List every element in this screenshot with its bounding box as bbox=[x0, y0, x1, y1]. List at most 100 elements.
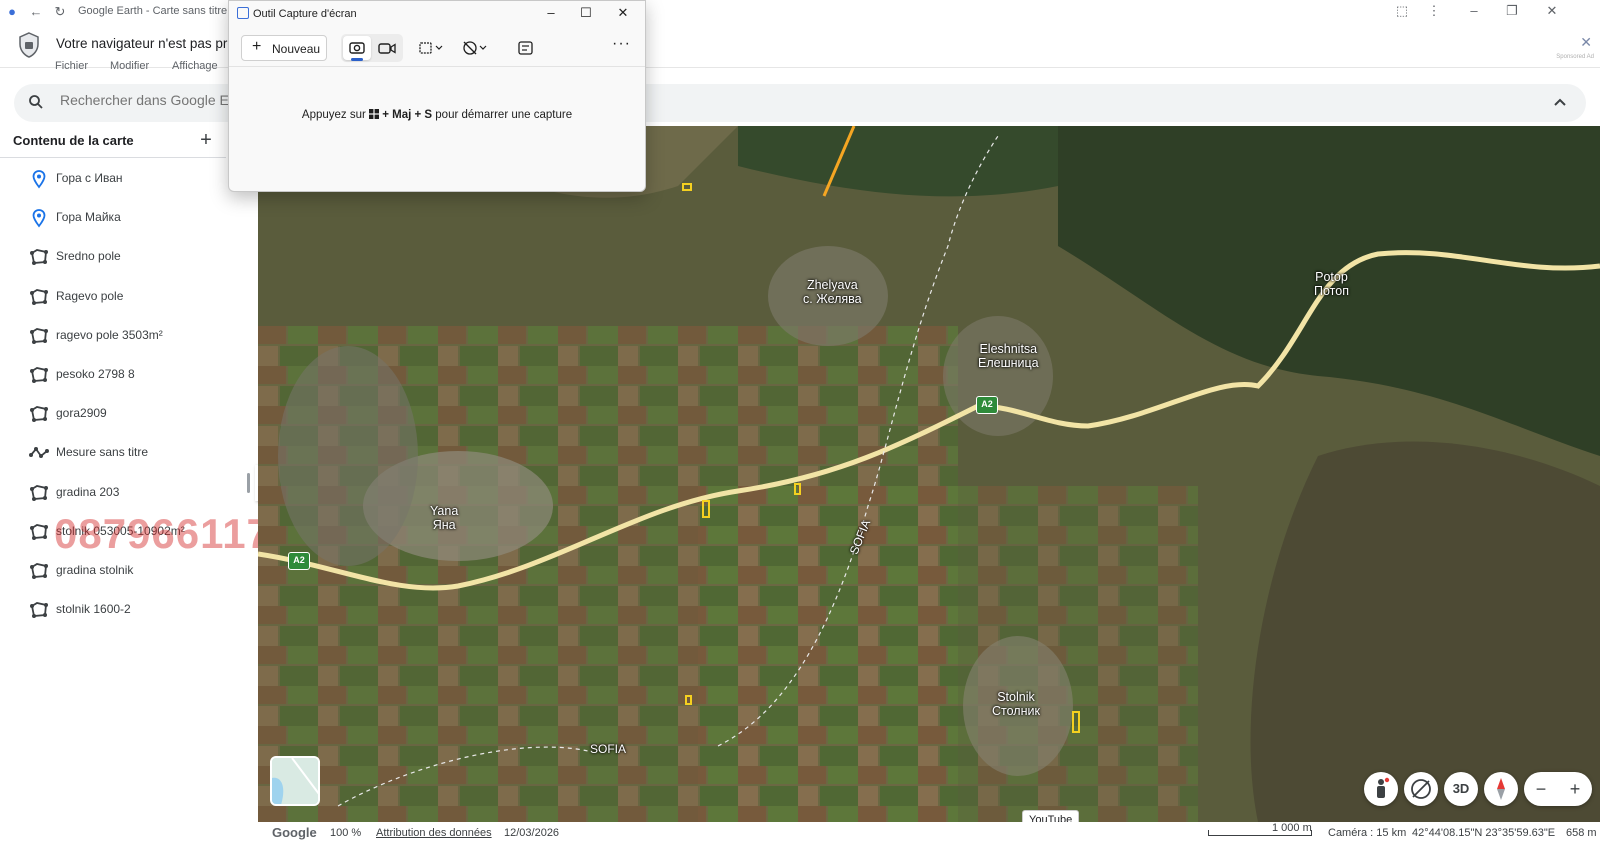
content-list-item[interactable]: Sredno pole bbox=[0, 237, 226, 276]
street-view-button[interactable] bbox=[1364, 772, 1398, 806]
content-item-label: gora2909 bbox=[56, 406, 107, 421]
plus-icon: + bbox=[252, 38, 262, 55]
content-list-item[interactable]: Гора с Иван bbox=[0, 159, 226, 198]
panel-resize-handle[interactable] bbox=[247, 473, 250, 493]
content-list-item[interactable]: ragevo pole 3503m² bbox=[0, 316, 226, 355]
restore-icon[interactable]: ❐ bbox=[1500, 3, 1524, 19]
menu-edit[interactable]: Modifier bbox=[110, 60, 149, 72]
zoom-out-button[interactable]: − bbox=[1524, 772, 1558, 806]
zoom-in-button[interactable]: + bbox=[1558, 772, 1592, 806]
content-item-label: ragevo pole 3503m² bbox=[56, 327, 163, 342]
tab-title[interactable]: Google Earth - Carte sans titre - G bbox=[78, 5, 246, 17]
cursor-coordinates: 42°44'08.15"N 23°35'59.63"E bbox=[1412, 827, 1556, 839]
label-zhelyava: Zhelyava с. Желява bbox=[803, 278, 862, 306]
highway-shield-a2: A2 bbox=[288, 552, 310, 570]
path-icon bbox=[28, 443, 50, 463]
satellite-map[interactable]: Zhelyava с. Желява Eleshnitsa Елешница Pot… bbox=[258, 126, 1600, 822]
highway-shield-a2: A2 bbox=[976, 396, 998, 414]
chevron-up-icon[interactable] bbox=[1552, 94, 1568, 110]
zoom-level: 100 % bbox=[330, 827, 362, 839]
banner-message: Votre navigateur n'est pas pro bbox=[56, 36, 235, 51]
polygon-icon bbox=[28, 483, 50, 503]
video-camera-icon bbox=[378, 43, 396, 54]
content-list-item[interactable]: pesoko 2798 8 bbox=[0, 355, 226, 394]
snip-maximize-icon[interactable]: ☐ bbox=[574, 5, 598, 21]
panel-title: Contenu de la carte bbox=[13, 133, 134, 148]
scale-bar bbox=[1208, 830, 1312, 836]
content-item-label: Гора с Иван bbox=[56, 171, 123, 185]
more-options-icon[interactable]: ··· bbox=[612, 36, 631, 52]
camera-icon bbox=[349, 42, 365, 54]
camera-altitude: Caméra : 15 km bbox=[1328, 827, 1407, 839]
close-window-icon[interactable]: ✕ bbox=[1540, 3, 1564, 19]
label-stolnik: Stolnik Столник bbox=[992, 690, 1040, 718]
road-label-sofia-bottom: SOFIA bbox=[590, 742, 627, 756]
snip-shape-dropdown-icon[interactable] bbox=[417, 39, 447, 57]
reload-icon[interactable]: ↻ bbox=[52, 4, 68, 20]
search-input[interactable] bbox=[58, 91, 238, 109]
map-imagery bbox=[258, 126, 1600, 822]
menu-file[interactable]: Fichier bbox=[55, 60, 88, 72]
text-actions-icon[interactable] bbox=[511, 39, 541, 57]
polygon-icon bbox=[28, 522, 50, 542]
google-logo: Google bbox=[272, 825, 317, 840]
polygon-icon bbox=[28, 365, 50, 385]
data-attribution-link[interactable]: Attribution des données bbox=[376, 827, 492, 839]
banner-close-icon[interactable]: ✕ bbox=[1580, 34, 1592, 51]
compass-rose-icon bbox=[1411, 779, 1431, 799]
polygon-icon bbox=[28, 247, 50, 267]
snipping-tool-logo-icon bbox=[237, 7, 249, 19]
elevation: 658 m bbox=[1566, 827, 1597, 839]
delay-timer-dropdown-icon[interactable] bbox=[461, 39, 491, 57]
polygon-icon bbox=[28, 404, 50, 424]
content-item-label: Mesure sans titre bbox=[56, 445, 149, 460]
compass-button[interactable] bbox=[1484, 772, 1518, 806]
sponsored-label: Sponsored Ad bbox=[1556, 54, 1594, 60]
content-item-label: gradina stolnik bbox=[56, 563, 134, 577]
toggle-3d-button[interactable]: 3D bbox=[1444, 772, 1478, 806]
content-item-label: stolnik 1600-2 bbox=[56, 602, 131, 617]
snip-close-icon[interactable]: ✕ bbox=[611, 5, 635, 21]
extensions-icon[interactable]: ⬚ bbox=[1390, 3, 1414, 19]
snip-minimize-icon[interactable]: – bbox=[539, 5, 563, 20]
snipping-tool-window: Outil Capture d'écran – ☐ ✕ + Nouveau ··… bbox=[228, 0, 646, 192]
placemark-icon bbox=[28, 169, 50, 189]
new-capture-button[interactable]: + Nouveau bbox=[241, 35, 327, 61]
zoom-control: − + bbox=[1524, 772, 1592, 806]
capture-mode-toggle bbox=[341, 34, 403, 62]
screenshot-mode-button[interactable] bbox=[343, 36, 371, 61]
search-icon bbox=[29, 95, 43, 109]
content-list-item[interactable]: Гора Майка bbox=[0, 198, 226, 237]
content-item-label: gradina 203 bbox=[56, 484, 120, 499]
pegman-icon bbox=[1377, 777, 1390, 798]
reset-tilt-button[interactable] bbox=[1404, 772, 1438, 806]
windows-key-icon bbox=[369, 109, 380, 119]
placemark-icon bbox=[28, 208, 50, 228]
content-list-item[interactable]: stolnik 1600-2 bbox=[0, 590, 226, 629]
video-mode-button[interactable] bbox=[373, 36, 401, 60]
polygon-icon bbox=[28, 287, 50, 307]
label-potop: Potop Потоп bbox=[1314, 270, 1349, 298]
new-capture-label: Nouveau bbox=[272, 42, 321, 56]
content-list-item[interactable]: gora2909 bbox=[0, 394, 226, 433]
panel-header: Contenu de la carte + bbox=[0, 126, 226, 158]
map-thumbnail-icon bbox=[272, 758, 318, 804]
add-content-button[interactable]: + bbox=[194, 128, 218, 152]
menu-view[interactable]: Affichage bbox=[172, 60, 218, 72]
status-bar: Google 100 % Attribution des données 12/… bbox=[258, 822, 1600, 844]
content-item-label: Sredno pole bbox=[56, 249, 121, 264]
polygon-icon bbox=[28, 561, 50, 581]
back-arrow-icon[interactable]: ← bbox=[28, 4, 44, 20]
label-eleshnitsa: Eleshnitsa Елешница bbox=[978, 342, 1039, 370]
content-list-item[interactable]: gradina 203 bbox=[0, 473, 226, 512]
map-layers-button[interactable] bbox=[270, 756, 320, 806]
minimize-icon[interactable]: – bbox=[1462, 3, 1486, 18]
shield-icon bbox=[19, 32, 39, 58]
browser-menu-icon[interactable]: ⋮ bbox=[1422, 3, 1446, 19]
polygon-icon bbox=[28, 326, 50, 346]
content-item-label: Гора Майка bbox=[56, 210, 121, 225]
browser-logo-icon: ● bbox=[8, 4, 16, 19]
content-list-item[interactable]: Ragevo pole bbox=[0, 277, 226, 316]
snip-title: Outil Capture d'écran bbox=[237, 7, 357, 20]
content-list-item[interactable]: Mesure sans titre bbox=[0, 433, 226, 472]
